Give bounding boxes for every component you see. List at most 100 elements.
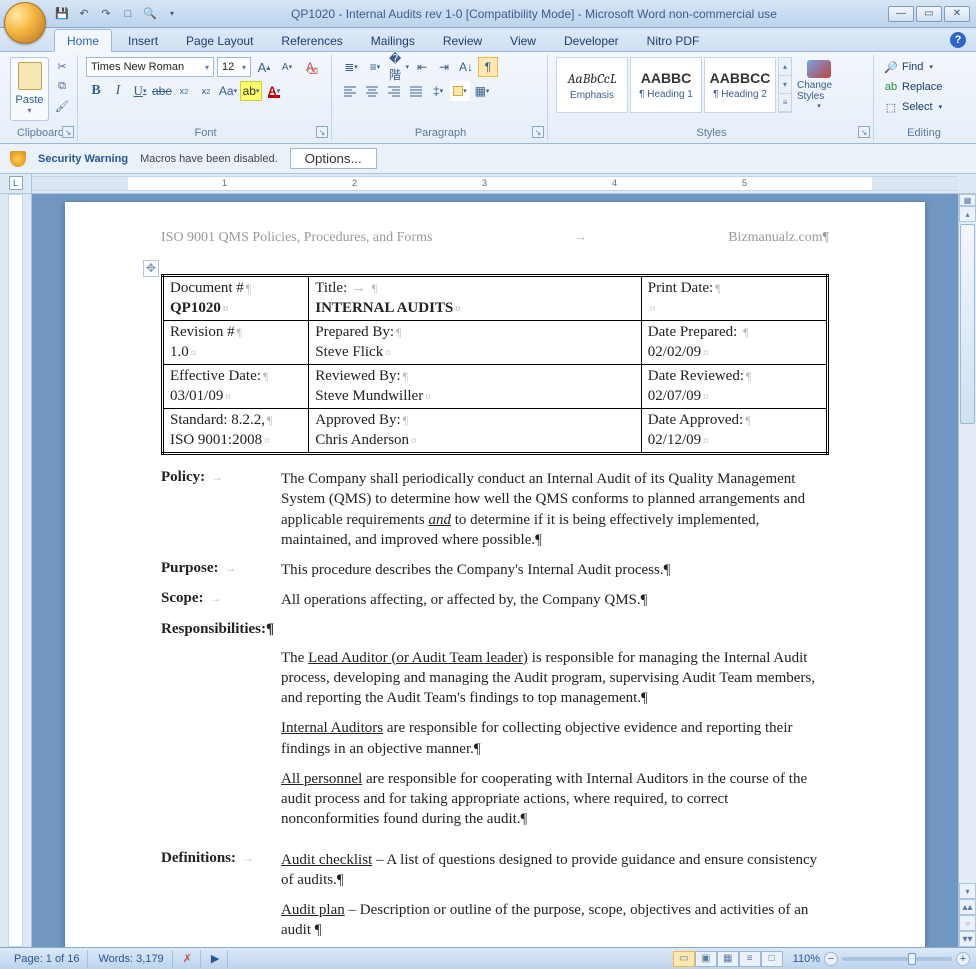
tab-home[interactable]: Home bbox=[54, 29, 112, 52]
align-right-button[interactable] bbox=[384, 81, 404, 101]
vertical-scrollbar[interactable]: ▦ ▴ ▾ ▴▴ ○ ▾▾ bbox=[958, 194, 976, 947]
full-screen-view[interactable]: ▣ bbox=[695, 951, 717, 967]
section-body[interactable]: The Lead Auditor (or Audit Team leader) … bbox=[281, 648, 829, 840]
document-info-table[interactable]: Document #QP1020 Title: → INTERNAL AUDIT… bbox=[161, 274, 829, 455]
scroll-track[interactable] bbox=[959, 222, 976, 883]
line-spacing-button[interactable]: ‡▾ bbox=[428, 81, 448, 101]
replace-button[interactable]: abReplace bbox=[882, 77, 966, 97]
web-layout-view[interactable]: ▦ bbox=[717, 951, 739, 967]
help-button[interactable]: ? bbox=[950, 32, 966, 48]
vertical-ruler[interactable] bbox=[0, 194, 32, 947]
tab-page-layout[interactable]: Page Layout bbox=[174, 30, 265, 51]
bold-button[interactable]: B bbox=[86, 81, 106, 101]
qat-new-icon[interactable]: □ bbox=[120, 6, 136, 22]
tab-insert[interactable]: Insert bbox=[116, 30, 170, 51]
tab-view[interactable]: View bbox=[498, 30, 548, 51]
tab-mailings[interactable]: Mailings bbox=[359, 30, 427, 51]
gallery-expand-icon[interactable]: ≡ bbox=[779, 94, 791, 112]
next-page-button[interactable]: ▾▾ bbox=[959, 931, 976, 947]
show-hide-button[interactable]: ¶ bbox=[478, 57, 498, 77]
font-launcher[interactable]: ↘ bbox=[316, 126, 328, 138]
horizontal-ruler[interactable]: 1 2 3 4 5 bbox=[32, 176, 958, 191]
superscript-button[interactable]: x2 bbox=[196, 81, 216, 101]
italic-button[interactable]: I bbox=[108, 81, 128, 101]
status-page[interactable]: Page: 1 of 16 bbox=[6, 950, 88, 968]
strikethrough-button[interactable]: abe bbox=[152, 81, 172, 101]
paste-button[interactable]: Paste ▾ bbox=[10, 57, 49, 121]
style-heading1[interactable]: AABBC ¶ Heading 1 bbox=[630, 57, 702, 113]
save-icon[interactable]: 💾 bbox=[54, 6, 70, 22]
decrease-indent-button[interactable]: ⇤ bbox=[412, 57, 432, 77]
shrink-font-button[interactable]: A▾ bbox=[277, 57, 297, 77]
scroll-thumb[interactable] bbox=[960, 224, 975, 424]
status-macro[interactable]: ▶ bbox=[203, 950, 228, 968]
multilevel-button[interactable]: �階▾ bbox=[388, 57, 410, 77]
document-scroll[interactable]: ISO 9001 QMS Policies, Procedures, and F… bbox=[32, 194, 958, 947]
browse-object-button[interactable]: ○ bbox=[959, 915, 976, 931]
tab-nitro-pdf[interactable]: Nitro PDF bbox=[635, 30, 712, 51]
change-case-button[interactable]: Aa▾ bbox=[218, 81, 238, 101]
underline-button[interactable]: U▾ bbox=[130, 81, 150, 101]
qat-more-icon[interactable]: ▾ bbox=[164, 6, 180, 22]
tab-references[interactable]: References bbox=[269, 30, 354, 51]
security-options-button[interactable]: Options... bbox=[290, 148, 377, 169]
section-body[interactable]: This procedure describes the Company's I… bbox=[281, 560, 829, 580]
redo-icon[interactable]: ↷ bbox=[98, 6, 114, 22]
subscript-button[interactable]: x2 bbox=[174, 81, 194, 101]
maximize-button[interactable]: ▭ bbox=[916, 6, 942, 22]
scroll-down-button[interactable]: ▾ bbox=[959, 883, 976, 899]
sort-button[interactable]: A↓ bbox=[456, 57, 476, 77]
tab-developer[interactable]: Developer bbox=[552, 30, 631, 51]
minimize-button[interactable]: — bbox=[888, 6, 914, 22]
format-painter-button[interactable]: 🖌 bbox=[53, 97, 71, 115]
cut-button[interactable]: ✂ bbox=[53, 57, 71, 75]
justify-button[interactable] bbox=[406, 81, 426, 101]
clear-formatting-button[interactable]: A⌫ bbox=[300, 57, 320, 77]
align-center-button[interactable] bbox=[362, 81, 382, 101]
font-name-combo[interactable]: Times New Roman▾ bbox=[86, 57, 214, 77]
paragraph-launcher[interactable]: ↘ bbox=[532, 126, 544, 138]
grow-font-button[interactable]: A▴ bbox=[254, 57, 274, 77]
page[interactable]: ISO 9001 QMS Policies, Procedures, and F… bbox=[65, 202, 925, 947]
status-proofing[interactable]: ✗ bbox=[175, 950, 201, 968]
zoom-slider[interactable] bbox=[842, 957, 952, 961]
increase-indent-button[interactable]: ⇥ bbox=[434, 57, 454, 77]
styles-launcher[interactable]: ↘ bbox=[858, 126, 870, 138]
find-button[interactable]: 🔎Find▾ bbox=[882, 57, 966, 77]
zoom-thumb[interactable] bbox=[908, 953, 916, 965]
change-styles-button[interactable]: Change Styles ▾ bbox=[794, 57, 844, 113]
zoom-out-button[interactable]: − bbox=[824, 952, 838, 966]
numbering-button[interactable]: ≡▾ bbox=[364, 57, 386, 77]
scroll-up-button[interactable]: ▴ bbox=[959, 206, 976, 222]
shading-button[interactable]: ▾ bbox=[450, 81, 470, 101]
section-body[interactable]: All operations affecting, or affected by… bbox=[281, 590, 829, 610]
style-gallery-scroll[interactable]: ▴ ▾ ≡ bbox=[778, 57, 792, 113]
align-left-button[interactable] bbox=[340, 81, 360, 101]
copy-button[interactable]: ⧉ bbox=[53, 77, 71, 95]
zoom-level[interactable]: 110% bbox=[793, 953, 820, 965]
draft-view[interactable]: □ bbox=[761, 951, 783, 967]
tab-selector[interactable]: L bbox=[0, 174, 32, 193]
style-emphasis[interactable]: AaBbCcL Emphasis bbox=[556, 57, 628, 113]
font-color-button[interactable]: A▾ bbox=[264, 81, 284, 101]
office-button[interactable] bbox=[4, 2, 46, 44]
ruler-toggle-button[interactable]: ▦ bbox=[959, 194, 976, 206]
close-button[interactable]: ✕ bbox=[944, 6, 970, 22]
qat-preview-icon[interactable]: 🔍 bbox=[142, 6, 158, 22]
borders-button[interactable]: ▦▾ bbox=[472, 81, 492, 101]
clipboard-launcher[interactable]: ↘ bbox=[62, 126, 74, 138]
bullets-button[interactable]: ≣▾ bbox=[340, 57, 362, 77]
tab-review[interactable]: Review bbox=[431, 30, 494, 51]
style-heading2[interactable]: AABBCC ¶ Heading 2 bbox=[704, 57, 776, 113]
outline-view[interactable]: ≡ bbox=[739, 951, 761, 967]
font-size-combo[interactable]: 12▾ bbox=[217, 57, 251, 77]
section-body[interactable]: The Company shall periodically conduct a… bbox=[281, 469, 829, 550]
undo-icon[interactable]: ↶ bbox=[76, 6, 92, 22]
chevron-up-icon[interactable]: ▴ bbox=[779, 58, 791, 76]
status-words[interactable]: Words: 3,179 bbox=[90, 950, 172, 968]
zoom-in-button[interactable]: + bbox=[956, 952, 970, 966]
section-body[interactable]: Audit checklist – A list of questions de… bbox=[281, 850, 829, 948]
chevron-down-icon[interactable]: ▾ bbox=[779, 76, 791, 94]
highlight-button[interactable]: ab▾ bbox=[240, 81, 262, 101]
print-layout-view[interactable]: ▭ bbox=[673, 951, 695, 967]
